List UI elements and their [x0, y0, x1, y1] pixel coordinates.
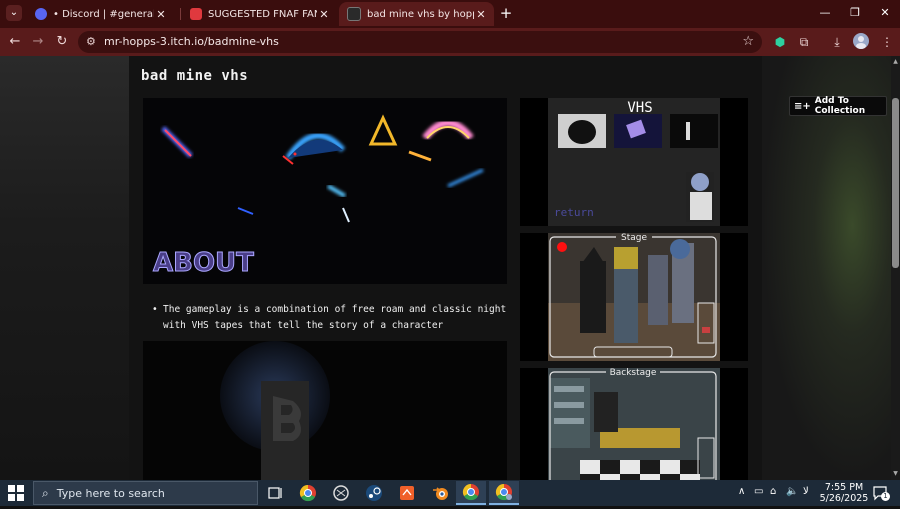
tab-title: • Discord | #general | Mrhopps — [53, 8, 154, 20]
chrome-window-taskbar-icon[interactable] — [456, 481, 486, 505]
vhs-screenshot-caption: return — [554, 206, 594, 219]
steam-taskbar-icon[interactable] — [359, 481, 389, 505]
scrollbar-thumb[interactable] — [892, 98, 899, 268]
screenshot-stage-camera[interactable]: Stage — [520, 233, 748, 361]
system-clock[interactable]: 7:55 PM 5/26/2025 — [818, 482, 870, 504]
dark-character-art — [220, 341, 330, 480]
input-language-indicator[interactable]: لا — [803, 486, 809, 497]
discord-icon — [35, 8, 47, 20]
page-viewport: bad mine vhs ≡+ Add To Collection ABOUT — [0, 56, 891, 480]
scroll-up-arrow-icon[interactable]: ▲ — [891, 58, 900, 66]
menu-kebab-icon[interactable]: ⋮ — [878, 33, 896, 51]
address-bar[interactable]: ⚙ mr-hopps-3.itch.io/badmine-vhs ☆ — [78, 31, 762, 53]
chrome-profile-taskbar-icon[interactable] — [489, 481, 519, 505]
backstage-camera-label: Backstage — [606, 368, 660, 378]
chrome-taskbar-icon[interactable] — [293, 481, 323, 505]
notification-center-button[interactable]: 1 — [872, 485, 890, 501]
stage-camera-art — [548, 233, 720, 361]
stage-camera-label: Stage — [616, 233, 652, 243]
search-icon: ⌕ — [42, 485, 49, 500]
close-tab-icon[interactable]: ✕ — [154, 8, 168, 21]
windows-start-button[interactable] — [8, 485, 24, 501]
about-banner-image: ABOUT — [143, 98, 507, 284]
forward-button[interactable]: → — [28, 32, 48, 52]
browser-toolbar: ← → ↻ ⚙ mr-hopps-3.itch.io/badmine-vhs ☆… — [0, 28, 900, 56]
playlist-add-icon: ≡+ — [794, 100, 811, 112]
orange-app-taskbar-icon[interactable] — [392, 481, 422, 505]
backstage-camera-art — [548, 368, 720, 480]
about-heading-art: ABOUT — [153, 248, 255, 279]
taskbar-search-box[interactable]: ⌕ Type here to search — [33, 481, 258, 505]
tab-title: SUGGESTED FNAF FANGAMES — [208, 8, 317, 20]
vhs-screenshot-heading: VHS — [627, 100, 653, 116]
tray-overflow-chevron-icon[interactable]: ∧ — [738, 486, 745, 497]
clock-date: 5/26/2025 — [819, 493, 869, 504]
shield-extension-icon[interactable]: ⬢ — [771, 33, 789, 51]
character-image — [143, 341, 507, 480]
tab-title: bad mine vhs by hopps entertainment — [367, 8, 474, 20]
reload-button[interactable]: ↻ — [52, 32, 72, 52]
windows-taskbar: ⌕ Type here to search ∧ ▭ ⌂ 🔈 لا 7:55 PM… — [0, 480, 900, 506]
close-tab-icon[interactable]: ✕ — [474, 8, 488, 21]
notification-count-badge: 1 — [881, 492, 890, 501]
scroll-down-arrow-icon[interactable]: ▼ — [891, 470, 900, 478]
back-button[interactable]: ← — [5, 32, 25, 52]
maximize-button[interactable]: ❐ — [845, 4, 865, 22]
background-right — [762, 56, 891, 480]
game-title: bad mine vhs — [141, 68, 249, 84]
add-to-collection-label: Add To Collection — [814, 96, 866, 116]
tab-discord[interactable]: • Discord | #general | Mrhopps ✕ — [27, 2, 174, 26]
extensions-puzzle-icon[interactable]: ⧉ — [795, 33, 813, 51]
tab-bad-mine-vhs[interactable]: bad mine vhs by hopps entertainment ✕ — [339, 2, 494, 26]
site-info-icon[interactable]: ⚙ — [86, 35, 96, 48]
bookmark-star-icon[interactable]: ☆ — [742, 34, 754, 49]
tab-suggested-fangames[interactable]: SUGGESTED FNAF FANGAMES ✕ — [182, 2, 337, 26]
description-text: The gameplay is a combination of free ro… — [163, 304, 507, 331]
youtube-icon — [190, 8, 202, 20]
minimize-button[interactable]: — — [815, 4, 835, 22]
url-text: mr-hopps-3.itch.io/badmine-vhs — [104, 35, 279, 48]
close-window-button[interactable]: ✕ — [875, 4, 895, 22]
bullet-icon: • — [152, 304, 158, 315]
screenshot-backstage-camera[interactable]: Backstage — [520, 368, 748, 480]
volume-icon[interactable]: 🔈 — [786, 486, 798, 497]
task-view-button[interactable] — [260, 481, 290, 505]
app-circle-taskbar-icon[interactable] — [326, 481, 356, 505]
background-left — [0, 56, 129, 480]
battery-icon[interactable]: ▭ — [754, 486, 763, 497]
new-tab-button[interactable]: + — [498, 5, 514, 21]
download-icon[interactable]: ⤓ — [828, 33, 846, 51]
windows-logo-icon — [8, 485, 24, 501]
clock-time: 7:55 PM — [824, 482, 864, 493]
add-to-collection-button[interactable]: ≡+ Add To Collection — [789, 96, 887, 116]
profile-avatar[interactable] — [852, 33, 870, 51]
blender-taskbar-icon[interactable] — [425, 481, 455, 505]
tab-strip: ⌄ • Discord | #general | Mrhopps ✕ SUGGE… — [0, 0, 900, 28]
tab-divider — [180, 8, 181, 20]
screenshot-vhs-menu[interactable]: VHS return — [520, 98, 748, 226]
close-tab-icon[interactable]: ✕ — [317, 8, 331, 21]
game-favicon-icon — [347, 7, 361, 21]
tab-search-button[interactable]: ⌄ — [6, 5, 22, 21]
network-icon[interactable]: ⌂ — [770, 486, 776, 497]
search-placeholder: Type here to search — [56, 486, 165, 500]
